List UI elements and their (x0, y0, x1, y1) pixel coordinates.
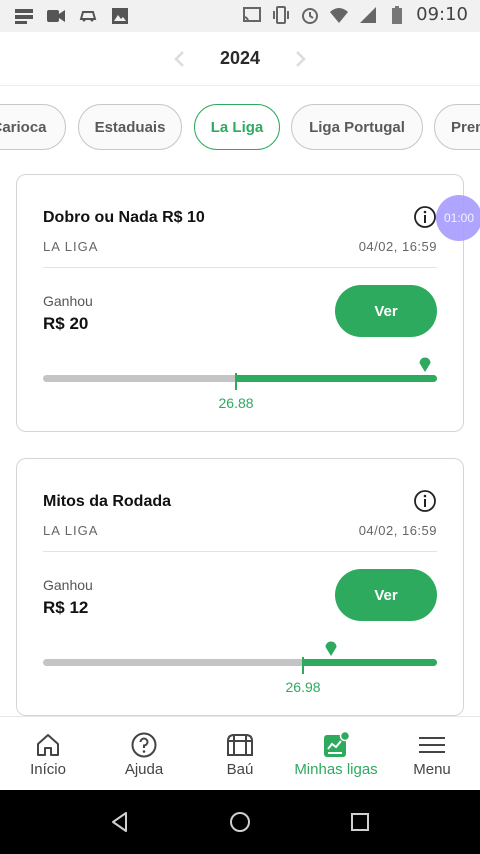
league-filter-chips: Carioca Estaduais La Liga Liga Portugal … (0, 104, 480, 152)
card-date: 04/02, 16:59 (358, 239, 437, 254)
card-status: Ganhou (43, 577, 93, 593)
view-button[interactable]: Ver (335, 569, 437, 621)
chip-estaduais[interactable]: Estaduais (78, 104, 182, 150)
nav-label: Ajuda (124, 761, 164, 778)
info-icon[interactable] (413, 205, 437, 229)
card-league: LA LIGA (43, 523, 99, 538)
divider (43, 551, 437, 552)
nav-label: Menu (413, 761, 451, 778)
cutoff-marker (302, 657, 304, 674)
nav-item-ajuda[interactable]: Ajuda (96, 717, 192, 791)
year-label: 2024 (219, 48, 261, 68)
cast-icon (243, 6, 262, 22)
nav-label: Minhas ligas (294, 761, 378, 778)
card-date: 04/02, 16:59 (358, 523, 437, 538)
status-time: 09:10 (416, 4, 468, 25)
divider (43, 267, 437, 268)
card-status: Ganhou (43, 293, 93, 309)
cutoff-score: 26.98 (285, 679, 321, 695)
alarm-icon (302, 7, 319, 24)
video-camera-icon (47, 10, 65, 22)
nav-label: Baú (226, 761, 254, 778)
bottom-navigation: Início Ajuda Baú Minhas ligas Menu (0, 716, 480, 790)
score-track-fill (236, 375, 437, 382)
score-track (43, 357, 437, 390)
cutoff-score: 26.88 (218, 395, 254, 411)
recents-icon[interactable] (348, 810, 372, 834)
view-button[interactable]: Ver (335, 285, 437, 337)
chip-carioca[interactable]: Carioca (0, 104, 66, 150)
my-leagues-icon (324, 731, 350, 757)
home-button-icon[interactable] (228, 810, 252, 834)
card-prize-amount: R$ 12 (43, 598, 89, 617)
nav-label: Início (30, 761, 66, 778)
image-icon (112, 8, 128, 24)
chest-icon (227, 734, 253, 756)
battery-icon (392, 5, 403, 24)
location-pin-icon (325, 641, 337, 656)
card-title: Mitos da Rodada (43, 493, 172, 510)
nav-item-inicio[interactable]: Início (0, 717, 96, 791)
cast-app-icon (15, 9, 33, 24)
signal-icon (360, 6, 377, 23)
car-icon (79, 11, 97, 22)
nav-item-menu[interactable]: Menu (384, 717, 480, 791)
menu-icon (419, 737, 445, 753)
chevron-right-icon[interactable] (292, 49, 308, 69)
nav-item-bau[interactable]: Baú (192, 717, 288, 791)
timer-bubble[interactable]: 01:00 (436, 195, 480, 241)
card-prize-amount: R$ 20 (43, 314, 89, 333)
vibrate-icon (273, 5, 290, 24)
location-pin-icon (419, 357, 431, 372)
nav-item-minhas-ligas[interactable]: Minhas ligas (288, 717, 384, 791)
leagues-list[interactable]: Dobro ou Nada R$ 10 LA LIGA 04/02, 16:59… (0, 170, 480, 716)
score-track (43, 641, 437, 674)
league-card: Mitos da Rodada LA LIGA 04/02, 16:59 Gan… (16, 458, 464, 716)
system-navigation-bar (0, 790, 480, 854)
home-icon (37, 734, 59, 756)
chip-la-liga[interactable]: La Liga (194, 104, 280, 150)
score-track-fill (303, 659, 437, 666)
status-bar: 09:10 (0, 0, 480, 32)
status-right-icons: 09:10 (242, 4, 468, 25)
year-selector: 2024 (0, 32, 480, 86)
cutoff-marker (235, 373, 237, 390)
card-title: Dobro ou Nada R$ 10 (43, 209, 205, 226)
status-left-icons (14, 6, 130, 26)
back-icon[interactable] (108, 810, 132, 834)
chip-liga-portugal[interactable]: Liga Portugal (291, 104, 423, 150)
card-league: LA LIGA (43, 239, 99, 254)
help-icon (131, 732, 157, 758)
info-icon[interactable] (413, 489, 437, 513)
chip-premier-league[interactable]: Premier League (434, 104, 480, 150)
league-card: Dobro ou Nada R$ 10 LA LIGA 04/02, 16:59… (16, 174, 464, 432)
wifi-icon (330, 7, 349, 23)
